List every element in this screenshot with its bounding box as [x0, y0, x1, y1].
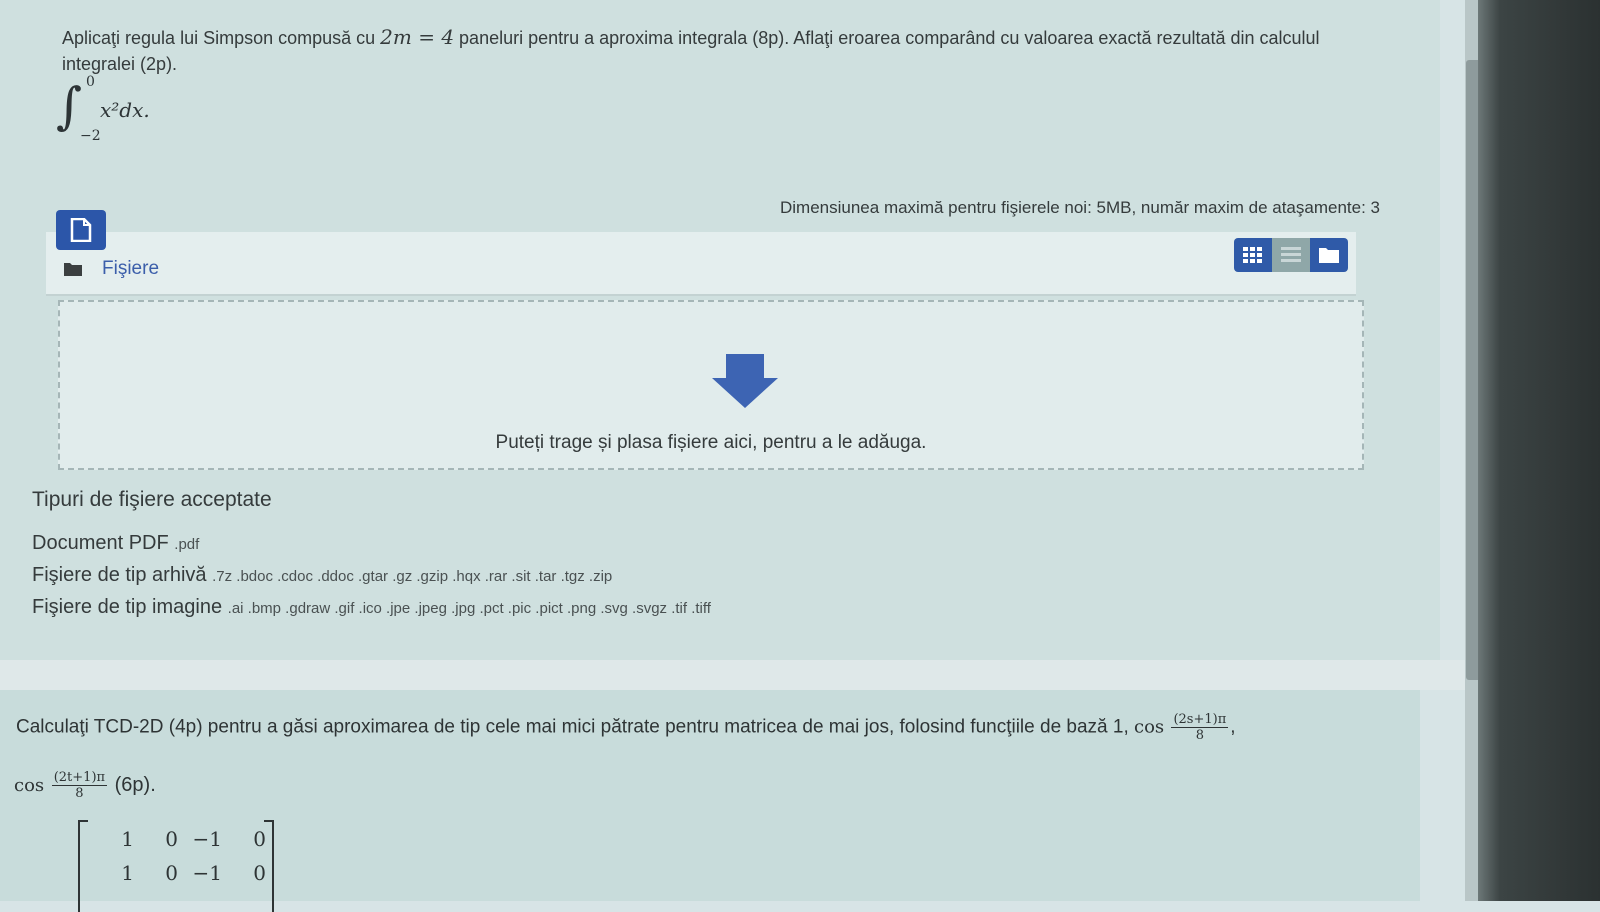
download-arrow-icon — [712, 354, 778, 408]
fraction-2-denominator: 8 — [75, 786, 84, 801]
matrix-cell: 1 — [121, 827, 134, 851]
question-1-text-prefix: Aplicaţi regula lui Simpson compusă cu — [62, 28, 381, 48]
accepted-type-archive: Fişiere de tip arhivă .7z .bdoc .cdoc .d… — [32, 564, 612, 587]
matrix-cell: −1 — [192, 827, 222, 851]
max-file-size-note: Dimensiunea maximă pentru fişierele noi:… — [780, 198, 1380, 217]
fraction-2: (2t+1)π 8 — [51, 770, 108, 801]
file-dropzone[interactable]: Puteți trage și plasa fișiere aici, pent… — [58, 300, 1364, 470]
comma-separator: , — [1230, 716, 1236, 738]
integral-lower-limit: −2 — [80, 128, 101, 144]
folder-view-button[interactable] — [1310, 238, 1348, 272]
files-panel: Fişiere — [46, 232, 1356, 296]
accepted-type-extensions: .pdf — [174, 536, 200, 553]
question-1-math-m: 2m = 4 — [380, 25, 455, 49]
view-mode-toggle — [1234, 238, 1348, 272]
fraction-1-numerator: (2s+1)π — [1171, 712, 1229, 728]
cos-term-2: cos — [14, 774, 45, 796]
folder-view-icon — [1319, 248, 1339, 263]
matrix-cell: 0 — [165, 861, 178, 885]
screen-edge — [1478, 0, 1600, 901]
integral-sign: ∫ — [56, 77, 83, 135]
accepted-type-label: Fişiere de tip arhivă — [32, 564, 207, 586]
add-file-button[interactable] — [56, 210, 106, 250]
grid-view-icon — [1243, 247, 1262, 263]
dropzone-text: Puteți trage și plasa fișiere aici, pent… — [495, 432, 927, 453]
integral-body: x²dx. — [100, 98, 150, 122]
matrix-table: 1 0 −1 0 1 0 −1 0 — [92, 822, 268, 890]
list-view-icon — [1281, 247, 1301, 262]
file-add-icon — [70, 218, 92, 242]
integral-upper-limit: 0 — [86, 74, 95, 90]
accepted-type-extensions: .7z .bdoc .cdoc .ddoc .gtar .gz .gzip .h… — [212, 568, 613, 585]
folder-icon — [64, 263, 82, 276]
question-2-line-2: cos (2t+1)π 8 (6p). — [14, 770, 156, 801]
accepted-type-image: Fişiere de tip imagine .ai .bmp .gdraw .… — [32, 596, 711, 619]
accepted-type-label: Fişiere de tip imagine — [32, 596, 223, 618]
matrix-cell: 0 — [253, 827, 266, 851]
integral-expression: ∫ 0 −2 x²dx. — [56, 74, 196, 146]
accepted-types-title: Tipuri de fişiere acceptate — [32, 488, 272, 511]
matrix-row: 1 0 −1 0 — [92, 856, 268, 890]
accepted-type-extensions: .ai .bmp .gdraw .gif .ico .jpe .jpeg .jp… — [227, 600, 711, 617]
matrix-row: 1 0 −1 0 — [92, 822, 268, 856]
fraction-1: (2s+1)π 8 — [1171, 712, 1229, 743]
matrix-cell: 0 — [165, 827, 178, 851]
matrix-left-bracket — [78, 820, 88, 912]
grid-view-button[interactable] — [1234, 238, 1272, 272]
question-2-text-main: Calculaţi TCD-2D (4p) pentru a găsi apro… — [16, 716, 1129, 738]
files-label[interactable]: Fişiere — [102, 258, 159, 280]
fraction-1-denominator: 8 — [1195, 728, 1204, 743]
question-2-text: Calculaţi TCD-2D (4p) pentru a găsi apro… — [16, 712, 1376, 743]
list-view-button[interactable] — [1272, 238, 1310, 272]
matrix-cell: 1 — [121, 861, 134, 885]
question-1-text: Aplicaţi regula lui Simpson compusă cu 2… — [62, 24, 1372, 77]
points-note: (6p). — [114, 773, 156, 796]
accepted-type-label: Document PDF — [32, 532, 169, 554]
matrix: 1 0 −1 0 1 0 −1 0 — [78, 816, 278, 912]
matrix-cell: −1 — [192, 861, 222, 885]
fraction-2-numerator: (2t+1)π — [51, 770, 108, 786]
accepted-type-pdf: Document PDF .pdf — [32, 532, 199, 555]
matrix-cell: 0 — [253, 861, 266, 885]
section-separator — [0, 660, 1465, 690]
cos-term-1: cos — [1134, 716, 1165, 738]
